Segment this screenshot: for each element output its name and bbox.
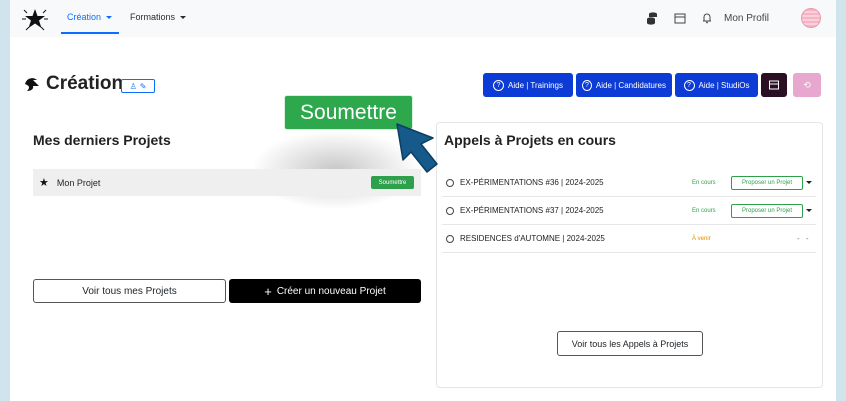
- status-badge: À venir: [692, 235, 711, 242]
- question-icon: ?: [582, 79, 592, 91]
- help-candidatures-button[interactable]: ? Aide | Candidatures: [576, 73, 672, 97]
- status-badge: En cours: [692, 179, 716, 186]
- link-icon: ⟲: [803, 79, 811, 90]
- coins-icon[interactable]: [645, 11, 659, 25]
- project-row[interactable]: ★ Mon Projet: [33, 169, 421, 196]
- user-icon: ♙: [129, 81, 137, 91]
- question-icon: ?: [683, 79, 695, 91]
- propose-project-button[interactable]: Proposer un Projet: [731, 176, 803, 190]
- page-title: Création: [22, 73, 123, 95]
- profile-link[interactable]: Mon Profil: [724, 13, 769, 24]
- no-action-placeholder: - -: [797, 234, 811, 243]
- call-row[interactable]: EX-PÉRIMENTATIONS #36 | 2024-2025 En cou…: [442, 169, 816, 197]
- star-icon: ★: [39, 177, 49, 189]
- chevron-down-icon: [180, 15, 187, 19]
- view-all-calls-button[interactable]: Voir tous les Appels à Projets: [557, 331, 703, 356]
- active-nav-underline: [61, 32, 119, 34]
- calendar-icon: [769, 80, 779, 90]
- nav-item-creation[interactable]: Création: [67, 12, 113, 22]
- propose-project-button[interactable]: Proposer un Projet: [731, 204, 803, 218]
- project-name: Mon Projet: [56, 177, 101, 188]
- top-navbar: Création Formations Mon Profil: [10, 0, 836, 37]
- cursor-arrow-icon: [396, 123, 438, 173]
- calendar-button[interactable]: [761, 73, 787, 97]
- logo-icon[interactable]: [20, 4, 50, 34]
- chevron-down-icon[interactable]: [806, 181, 812, 184]
- creation-logo-icon: [25, 78, 39, 91]
- status-badge: En cours: [692, 207, 716, 214]
- edit-icon: ✎: [139, 81, 147, 91]
- view-all-projects-button[interactable]: Voir tous mes Projets: [33, 279, 226, 303]
- projects-section-title: Mes derniers Projets: [33, 132, 171, 148]
- calendar-icon[interactable]: [673, 11, 687, 25]
- call-row[interactable]: EX-PÉRIMENTATIONS #37 | 2024-2025 En cou…: [442, 197, 816, 225]
- chevron-down-icon[interactable]: [806, 209, 812, 212]
- nav-item-formations[interactable]: Formations: [130, 12, 187, 22]
- question-icon: ?: [493, 79, 504, 91]
- bell-icon[interactable]: [700, 11, 714, 25]
- chevron-down-icon: [106, 15, 113, 19]
- title-badge[interactable]: ♙ ✎: [121, 79, 155, 93]
- avatar[interactable]: [801, 8, 821, 28]
- target-icon: [446, 234, 454, 243]
- call-row[interactable]: RESIDENCES d'AUTOMNE | 2024-2025 À venir…: [442, 225, 816, 253]
- help-trainings-button[interactable]: ? Aide | Trainings: [483, 73, 573, 97]
- create-project-button[interactable]: + Créer un nouveau Projet: [229, 279, 421, 303]
- target-icon: [446, 206, 454, 215]
- calls-section-title: Appels à Projets en cours: [444, 132, 616, 148]
- plus-icon: +: [264, 283, 272, 299]
- help-studios-button[interactable]: ? Aide | StudiOs: [675, 73, 758, 97]
- link-button[interactable]: ⟲: [793, 73, 821, 97]
